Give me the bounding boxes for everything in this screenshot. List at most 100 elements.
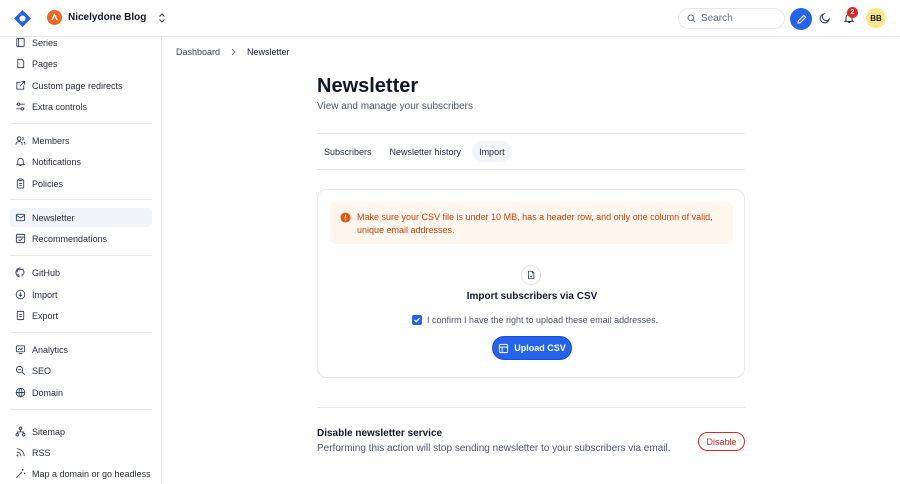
sliders-icon [16, 102, 25, 111]
sidebar-item-label: Extra controls [32, 101, 88, 112]
upload-csv-button[interactable]: Upload CSV [492, 336, 572, 360]
sidebar-item-label: Export [32, 310, 59, 321]
moon-icon [819, 12, 831, 24]
sidebar-item-label: RSS [32, 447, 51, 458]
checkbox-checked-icon[interactable] [412, 315, 422, 325]
sidebar-divider [10, 255, 152, 256]
sitemap-icon [15, 426, 26, 437]
disable-newsletter-description: Performing this action will stop sending… [317, 443, 671, 454]
sidebar-item-export[interactable]: Export [10, 306, 152, 325]
seo-icon [15, 365, 25, 375]
sidebar-item-sitemap[interactable]: Sitemap [10, 422, 152, 441]
clipboard-icon [16, 178, 25, 189]
csv-warning-alert: Make sure your CSV file is under 10 MB, … [330, 202, 733, 244]
sidebar: Series Pages Custom page redirects Extra… [0, 37, 162, 484]
sidebar-item-recommendations[interactable]: Recommendations [10, 229, 152, 248]
sidebar-item-label: Notifications [32, 156, 82, 167]
sidebar-item-label: Pages [32, 58, 58, 69]
users-icon [15, 136, 26, 145]
sidebar-item-label: Members [32, 135, 70, 146]
mail-icon [15, 213, 26, 222]
disable-newsletter-title: Disable newsletter service [317, 428, 443, 439]
sidebar-item-label: Analytics [32, 344, 69, 355]
sidebar-item-policies[interactable]: Policies [10, 174, 152, 193]
sidebar-item-label: SEO [32, 365, 52, 376]
warning-icon [340, 212, 351, 223]
search-input[interactable] [701, 13, 771, 24]
sidebar-item-custom-page-redirects[interactable]: Custom page redirects [10, 76, 152, 95]
sidebar-item-pages[interactable]: Pages [10, 54, 152, 73]
sidebar-item-label: Domain [32, 387, 64, 398]
disable-newsletter-button[interactable]: Disable [698, 432, 745, 451]
section-divider [317, 407, 745, 408]
upload-csv-label: Upload CSV [514, 343, 566, 353]
confirm-rights-label: I confirm I have the right to upload the… [427, 315, 659, 325]
search-icon [687, 14, 696, 23]
sidebar-item-label: Newsletter [32, 212, 75, 223]
sidebar-item-label: Sitemap [32, 426, 66, 437]
confirm-rights-checkbox[interactable]: I confirm I have the right to upload the… [412, 315, 658, 325]
sidebar-item-label: Map a domain or go headless [32, 468, 151, 479]
breadcrumb: Dashboard Newsletter [176, 47, 290, 57]
sidebar-item-github[interactable]: GitHub [10, 263, 152, 282]
sidebar-divider [10, 123, 152, 124]
recommend-icon [15, 233, 26, 244]
sidebar-item-notifications[interactable]: Notifications [10, 152, 152, 171]
page-title: Newsletter [317, 75, 419, 97]
hashnode-logo-icon[interactable] [13, 9, 32, 28]
tab-import[interactable]: Import [472, 141, 512, 162]
blog-avatar-icon [47, 10, 62, 25]
sidebar-item-series[interactable]: Series [10, 37, 152, 52]
sidebar-divider [10, 332, 152, 333]
sidebar-item-rss[interactable]: RSS [10, 443, 152, 462]
sidebar-item-analytics[interactable]: Analytics [10, 340, 152, 359]
breadcrumb-dashboard-link[interactable]: Dashboard [176, 47, 220, 57]
csv-file-icon [521, 265, 541, 285]
sidebar-divider [10, 199, 152, 200]
import-icon [15, 289, 26, 300]
search-box[interactable] [678, 8, 785, 29]
sidebar-item-label: GitHub [32, 267, 61, 278]
sidebar-item-domain[interactable]: Domain [10, 383, 152, 402]
chevron-up-down-icon [159, 12, 166, 23]
top-bar: Nicelydone Blog 2 BB [0, 0, 900, 37]
breadcrumb-current: Newsletter [247, 47, 290, 57]
write-post-button[interactable] [790, 8, 812, 30]
rss-icon [16, 448, 25, 457]
import-card: Make sure your CSV file is under 10 MB, … [317, 189, 745, 378]
sidebar-item-extra-controls[interactable]: Extra controls [10, 97, 152, 116]
tabs-divider [317, 133, 745, 134]
sidebar-item-map-domain-headless[interactable]: Map a domain or go headless [10, 464, 152, 483]
sidebar-item-label: Series [32, 37, 58, 48]
chart-icon [15, 345, 26, 355]
user-avatar[interactable]: BB [866, 8, 886, 28]
sidebar-item-import[interactable]: Import [10, 285, 152, 304]
tabs-divider [317, 169, 745, 170]
theme-toggle-button[interactable] [817, 10, 833, 26]
import-title: Import subscribers via CSV [466, 291, 598, 302]
sidebar-item-members[interactable]: Members [10, 131, 152, 150]
alert-text: Make sure your CSV file is under 10 MB, … [357, 212, 713, 235]
sidebar-item-label: Recommendations [32, 233, 108, 244]
sidebar-item-label: Custom page redirects [32, 80, 123, 91]
export-icon [16, 310, 25, 321]
newsletter-tabs: Subscribers Newsletter history Import [317, 141, 512, 162]
blog-switcher[interactable]: Nicelydone Blog [47, 10, 166, 25]
sidebar-item-label: Import [32, 289, 58, 300]
bell-icon [15, 157, 26, 167]
sidebar-divider [10, 409, 152, 410]
blog-name: Nicelydone Blog [68, 12, 147, 23]
github-icon [15, 267, 25, 278]
page-subtitle: View and manage your subscribers [317, 101, 474, 112]
external-link-icon [16, 80, 26, 90]
sidebar-item-seo[interactable]: SEO [10, 361, 152, 380]
globe-icon [15, 387, 26, 398]
upload-file-icon [499, 343, 509, 353]
sidebar-item-newsletter[interactable]: Newsletter [10, 208, 152, 227]
tab-newsletter-history[interactable]: Newsletter history [383, 141, 469, 162]
notification-count-badge: 2 [847, 7, 858, 18]
book-icon [16, 37, 25, 48]
sidebar-item-label: Policies [32, 178, 64, 189]
wand-icon [16, 468, 26, 478]
tab-subscribers[interactable]: Subscribers [317, 141, 379, 162]
